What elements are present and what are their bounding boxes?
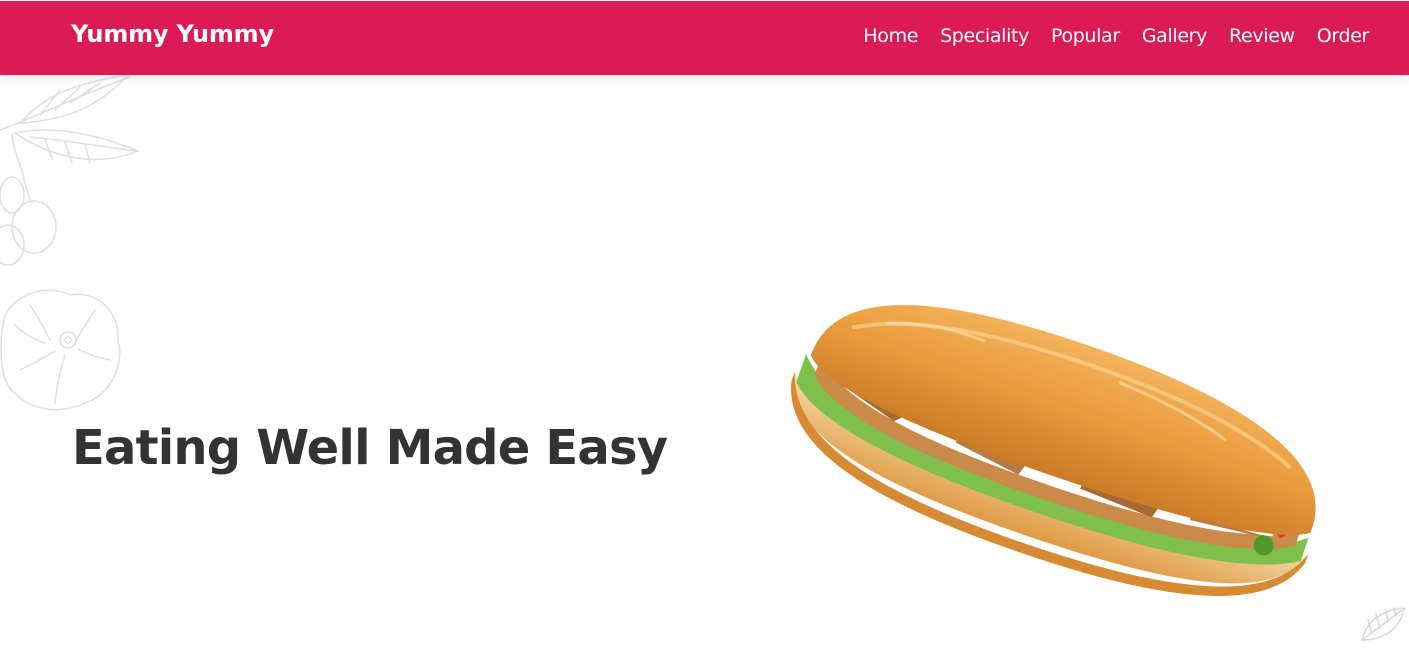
hero-title: Eating Well Made Easy bbox=[72, 420, 668, 476]
nav-link-home[interactable]: Home bbox=[863, 25, 918, 47]
flower-sketch-icon bbox=[0, 289, 121, 411]
nav-link-order[interactable]: Order bbox=[1317, 25, 1370, 47]
nav-link-gallery[interactable]: Gallery bbox=[1142, 25, 1208, 47]
nav-link-popular[interactable]: Popular bbox=[1051, 25, 1120, 47]
sandwich-image bbox=[791, 305, 1316, 596]
page: Yummy Yummy Home Speciality Popular Gall… bbox=[0, 0, 1409, 650]
navbar: Yummy Yummy Home Speciality Popular Gall… bbox=[0, 0, 1409, 75]
nav-link-review[interactable]: Review bbox=[1229, 25, 1295, 47]
nav-link-speciality[interactable]: Speciality bbox=[940, 25, 1029, 47]
leaf-sketch-icon bbox=[0, 75, 140, 266]
brand-logo[interactable]: Yummy Yummy bbox=[71, 20, 274, 48]
leaf-corner-icon bbox=[1361, 607, 1405, 641]
nav-links: Home Speciality Popular Gallery Review O… bbox=[863, 25, 1369, 47]
